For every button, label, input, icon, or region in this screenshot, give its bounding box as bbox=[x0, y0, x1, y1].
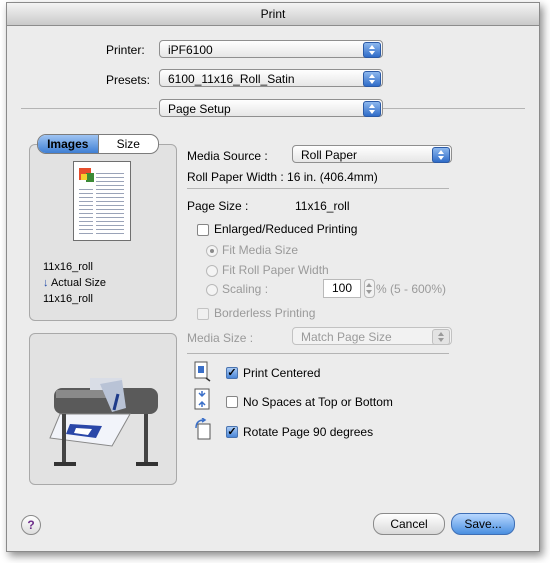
rotate-checkbox[interactable]: ✓ bbox=[226, 426, 238, 438]
enlarged-label: Enlarged/Reduced Printing bbox=[214, 222, 358, 236]
print-dialog: Print Printer: iPF6100 Presets: 6100_11x… bbox=[6, 2, 540, 552]
media-size-popup[interactable]: Match Page Size bbox=[292, 327, 452, 345]
scaling-stepper[interactable] bbox=[364, 279, 375, 298]
borderless-label: Borderless Printing bbox=[214, 306, 316, 320]
popup-arrows-icon bbox=[363, 71, 381, 87]
printer-illustration-box bbox=[29, 333, 177, 485]
printer-label: Printer: bbox=[106, 43, 145, 57]
stepper-down-icon bbox=[366, 290, 372, 294]
popup-arrows-icon bbox=[363, 42, 381, 58]
scaling-input[interactable]: 100 bbox=[323, 279, 361, 298]
stepper-up-icon bbox=[366, 283, 372, 287]
page-size-value: 11x16_roll bbox=[295, 199, 350, 213]
print-centered-checkbox[interactable]: ✓ bbox=[226, 367, 238, 379]
preview-scale: Actual Size bbox=[50, 277, 106, 289]
arrow-down-icon: ↓ bbox=[43, 277, 49, 289]
preview-image bbox=[81, 174, 87, 180]
printer-illustration bbox=[49, 378, 158, 466]
no-spaces-checkbox[interactable] bbox=[226, 396, 238, 408]
printer-value: iPF6100 bbox=[168, 43, 213, 57]
tab-images[interactable]: Images bbox=[38, 135, 99, 153]
page-size-label: Page Size : bbox=[187, 199, 249, 213]
tab-size[interactable]: Size bbox=[99, 135, 159, 153]
scaling-range: % (5 - 600%) bbox=[376, 282, 447, 296]
popup-arrows-icon bbox=[432, 329, 450, 345]
presets-label: Presets: bbox=[106, 73, 151, 87]
media-source-popup[interactable]: Roll Paper bbox=[292, 145, 452, 163]
preview-media-size: 11x16_roll bbox=[43, 293, 93, 305]
media-size-value: Match Page Size bbox=[301, 330, 392, 344]
view-segmented-control: Images Size bbox=[37, 134, 159, 154]
roll-paper-width: Roll Paper Width : 16 in. (406.4mm) bbox=[187, 170, 378, 184]
media-source-value: Roll Paper bbox=[301, 148, 358, 162]
fit-roll-label: Fit Roll Paper Width bbox=[222, 263, 329, 277]
no-spaces-label: No Spaces at Top or Bottom bbox=[243, 395, 393, 409]
enlarged-checkbox[interactable] bbox=[197, 224, 209, 236]
media-source-label: Media Source : bbox=[187, 149, 268, 163]
preview-text-lines bbox=[96, 170, 124, 234]
scaling-radio[interactable] bbox=[206, 284, 218, 296]
media-size-label: Media Size : bbox=[187, 331, 254, 345]
help-button[interactable]: ? bbox=[21, 515, 41, 535]
cancel-button[interactable]: Cancel bbox=[373, 513, 445, 535]
divider bbox=[187, 353, 449, 354]
fit-media-label: Fit Media Size bbox=[222, 243, 299, 257]
preview-scale-row: ↓ Actual Size bbox=[43, 277, 106, 289]
borderless-checkbox[interactable] bbox=[197, 308, 209, 320]
preview-text-lines bbox=[79, 186, 93, 234]
printer-popup[interactable]: iPF6100 bbox=[159, 40, 383, 58]
rotate-label: Rotate Page 90 degrees bbox=[243, 425, 374, 439]
fit-media-radio[interactable] bbox=[206, 245, 218, 257]
presets-popup[interactable]: 6100_11x16_Roll_Satin bbox=[159, 69, 383, 87]
print-centered-label: Print Centered bbox=[243, 366, 321, 380]
popup-arrows-icon bbox=[363, 101, 381, 117]
popup-arrows-icon bbox=[432, 147, 450, 163]
save-button[interactable]: Save... bbox=[451, 513, 515, 535]
divider bbox=[187, 188, 449, 189]
divider bbox=[21, 108, 157, 109]
no-spaces-icon bbox=[194, 388, 210, 410]
preview-page-size: 11x16_roll bbox=[43, 261, 93, 273]
rotate-page-icon bbox=[195, 418, 211, 440]
divider bbox=[381, 108, 525, 109]
page-preview bbox=[73, 161, 131, 241]
section-popup[interactable]: Page Setup bbox=[159, 99, 383, 117]
print-centered-icon bbox=[194, 361, 211, 382]
window-title: Print bbox=[7, 3, 539, 26]
section-value: Page Setup bbox=[168, 102, 231, 116]
preview-image bbox=[86, 173, 94, 182]
scaling-label: Scaling : bbox=[222, 282, 269, 296]
presets-value: 6100_11x16_Roll_Satin bbox=[168, 72, 295, 86]
fit-roll-radio[interactable] bbox=[206, 265, 218, 277]
